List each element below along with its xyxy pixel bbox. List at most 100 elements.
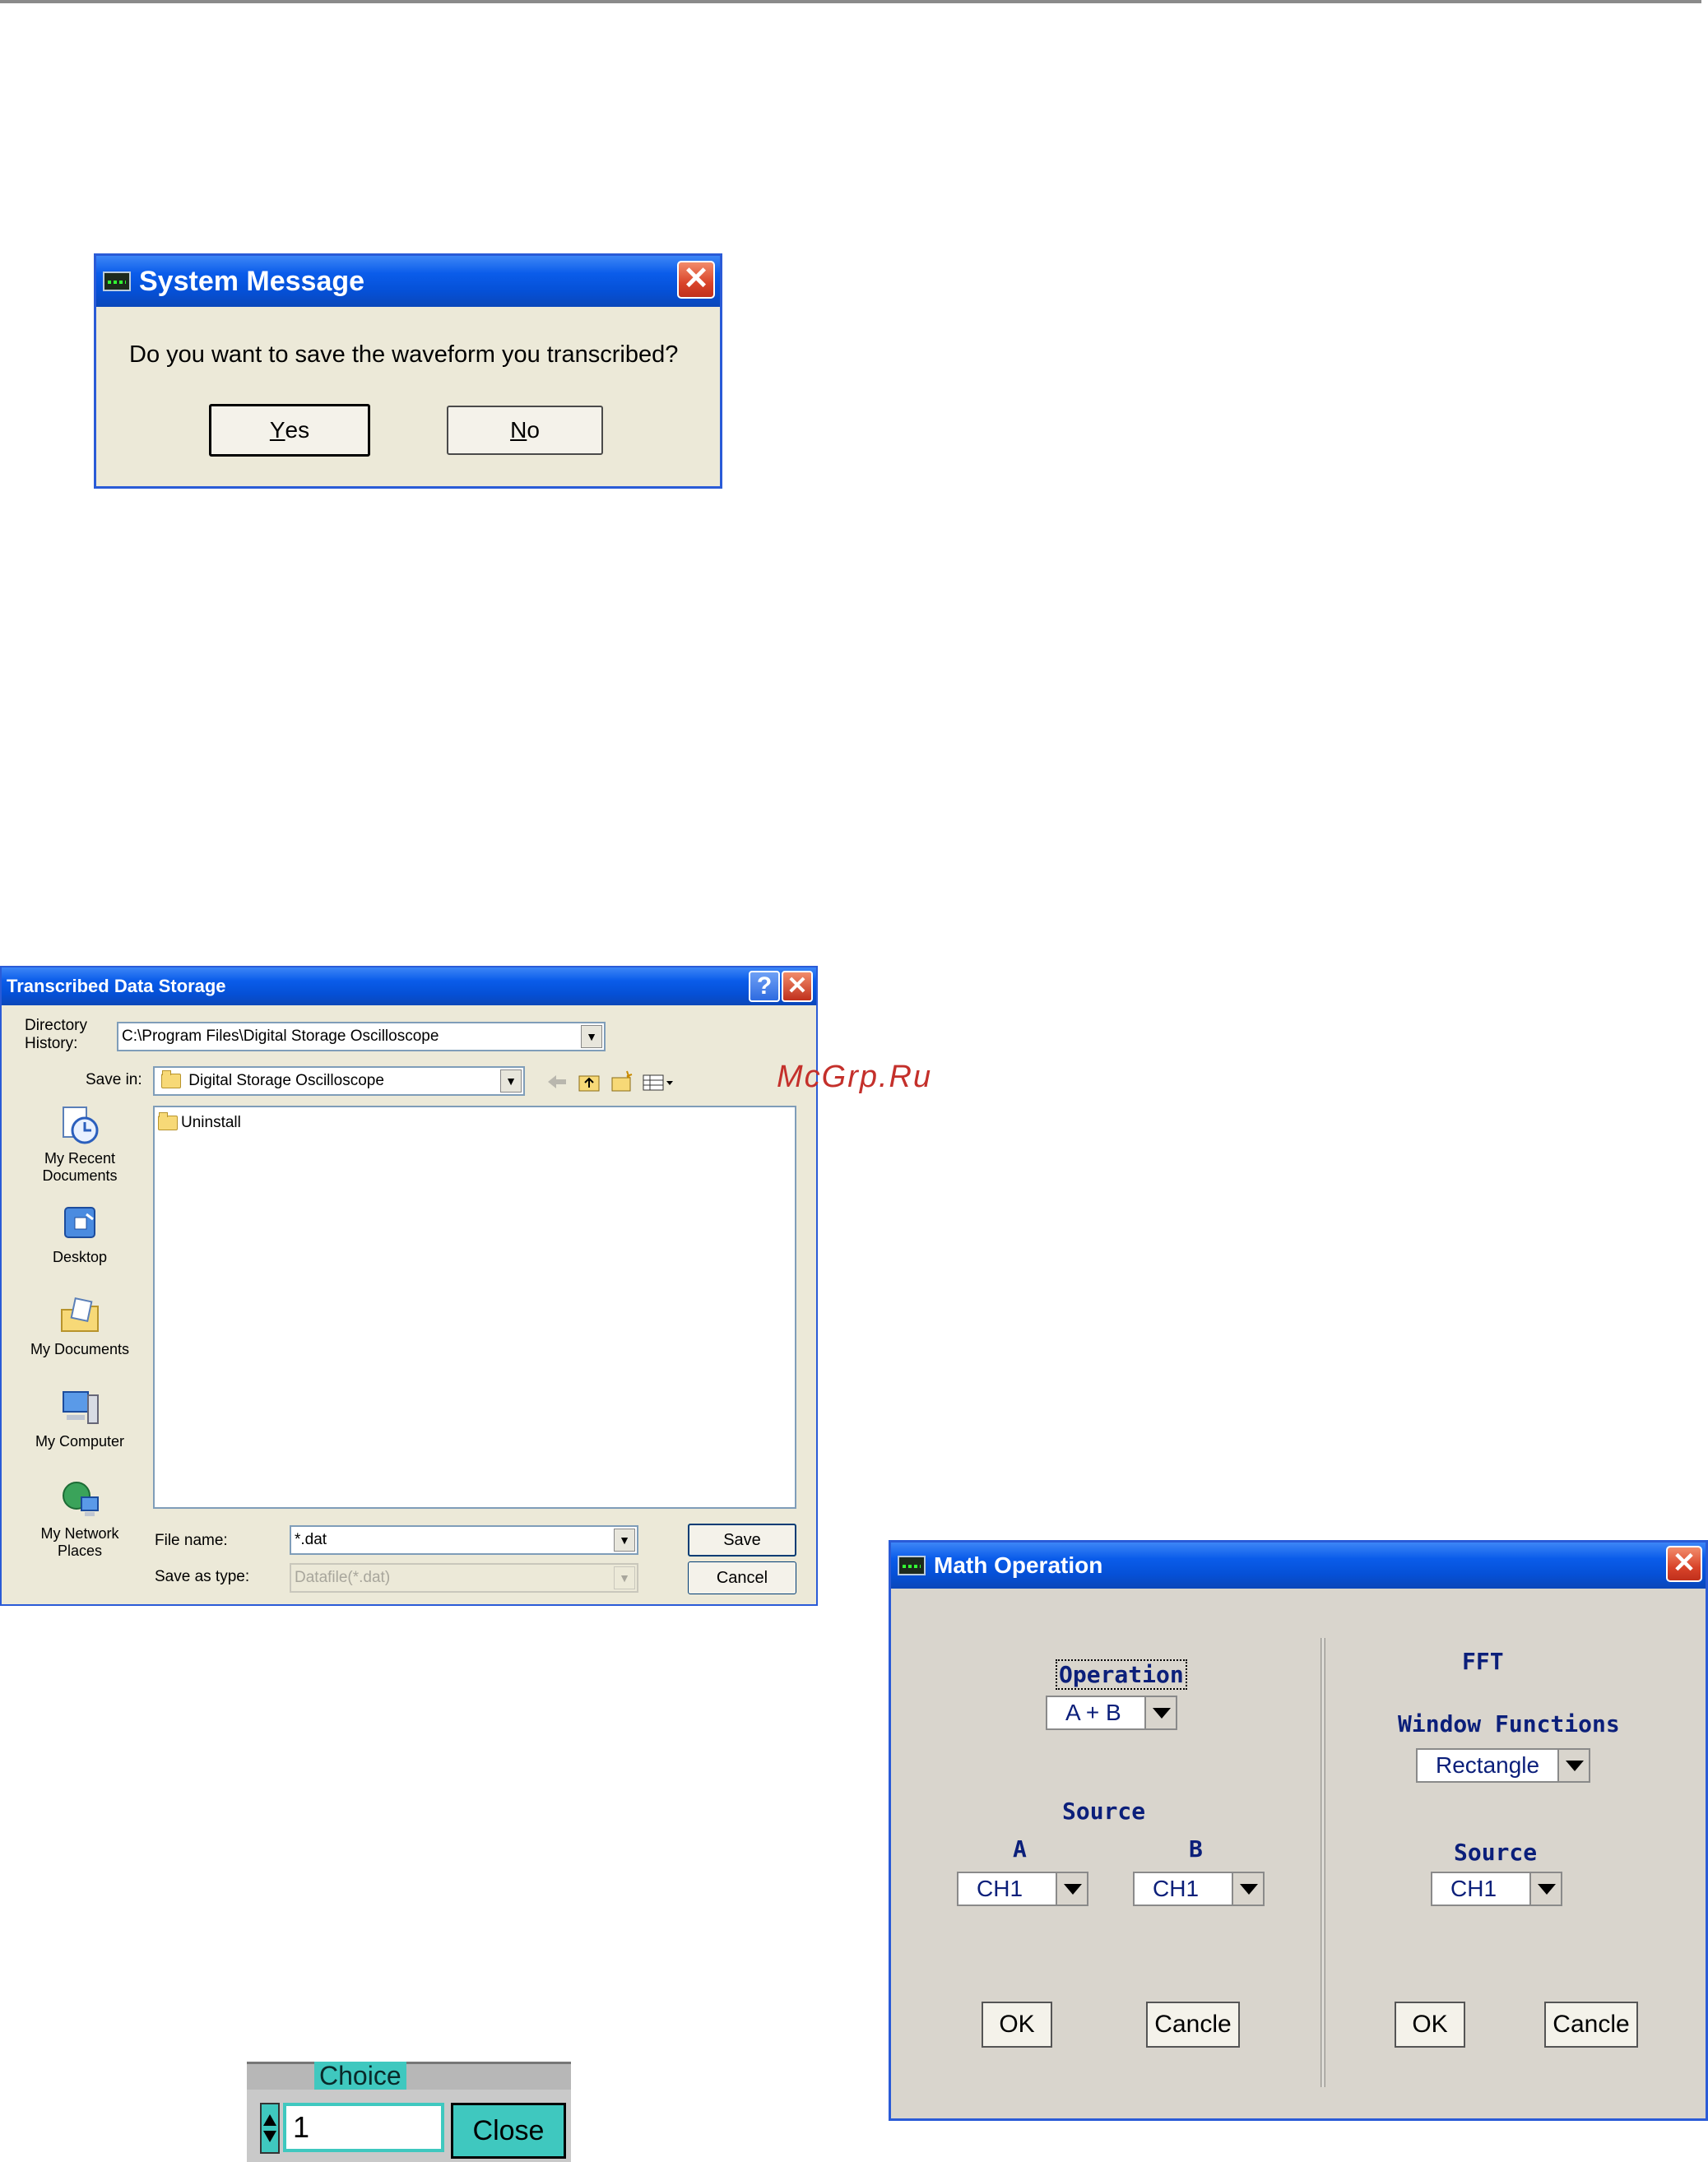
- new-folder-icon[interactable]: [611, 1070, 633, 1092]
- save-button[interactable]: Save: [688, 1524, 796, 1557]
- title-bar[interactable]: Transcribed Data Storage ? ✕: [2, 967, 816, 1005]
- view-menu-icon[interactable]: [643, 1074, 673, 1091]
- save-in-combo[interactable]: Digital Storage Oscilloscope ▼: [153, 1066, 525, 1096]
- chevron-down-icon[interactable]: [1529, 1873, 1561, 1905]
- choice-panel: Choice 1 Close: [247, 2062, 571, 2162]
- desktop-icon: [64, 1207, 95, 1238]
- chevron-down-icon[interactable]: ▼: [614, 1566, 635, 1589]
- choice-value-input[interactable]: 1: [283, 2103, 444, 2152]
- dialog-message: Do you want to save the waveform you tra…: [129, 341, 679, 368]
- place-label: Desktop: [52, 1249, 108, 1265]
- back-arrow-icon[interactable]: [548, 1075, 566, 1088]
- directory-history-value: C:\Program Files\Digital Storage Oscillo…: [122, 1028, 439, 1045]
- title-bar[interactable]: System Message ✕: [96, 256, 720, 307]
- fft-source-value: CH1: [1450, 1876, 1497, 1901]
- source-b-label: B: [1189, 1835, 1203, 1863]
- save-in-label: Save in:: [86, 1071, 142, 1088]
- system-message-dialog: System Message ✕ Do you want to save the…: [94, 253, 722, 489]
- file-name-value: *.dat: [295, 1531, 327, 1548]
- close-icon[interactable]: ✕: [782, 971, 813, 1002]
- fft-ok-button[interactable]: OK: [1395, 2002, 1465, 2048]
- close-button[interactable]: Close: [451, 2103, 566, 2159]
- fft-label: FFT: [1462, 1648, 1504, 1675]
- save-as-type-label: Save as type:: [155, 1568, 250, 1585]
- transcribed-data-storage-dialog: Transcribed Data Storage ? ✕ Directory H…: [0, 966, 818, 1606]
- operation-value: A + B: [1065, 1700, 1121, 1725]
- close-icon[interactable]: ✕: [677, 261, 715, 299]
- fft-source-select[interactable]: CH1: [1431, 1872, 1562, 1906]
- chevron-down-icon[interactable]: ▼: [500, 1069, 522, 1093]
- place-label: My Documents: [30, 1341, 130, 1357]
- help-icon[interactable]: ?: [749, 971, 780, 1002]
- operation-select[interactable]: A + B: [1046, 1696, 1177, 1730]
- chevron-down-icon[interactable]: [1056, 1873, 1087, 1905]
- math-operation-dialog: Math Operation ✕ Operation A + B Source …: [889, 1540, 1708, 2121]
- place-label: My Recent: [44, 1150, 116, 1167]
- watermark-text: McGrp.Ru: [777, 1060, 933, 1094]
- place-label: My Network: [40, 1525, 119, 1542]
- directory-history-label-1: Directory: [25, 1017, 88, 1034]
- source-a-select[interactable]: CH1: [957, 1872, 1088, 1906]
- directory-history-label-2: History:: [25, 1035, 78, 1052]
- fft-source-label: Source: [1454, 1839, 1538, 1866]
- up-folder-icon[interactable]: [578, 1075, 600, 1092]
- no-label: o: [527, 417, 540, 443]
- title-bar[interactable]: Math Operation ✕: [891, 1543, 1706, 1589]
- place-desktop[interactable]: Desktop: [18, 1203, 142, 1266]
- dialog-title: System Message: [139, 265, 365, 297]
- save-in-value: Digital Storage Oscilloscope: [188, 1072, 384, 1089]
- save-in-toolbar: [548, 1070, 673, 1092]
- my-documents-icon: [61, 1297, 99, 1332]
- recent-documents-icon: [63, 1107, 99, 1144]
- my-computer-icon: [63, 1391, 99, 1424]
- folder-icon: [158, 1111, 178, 1130]
- yes-button[interactable]: Yes: [209, 404, 370, 457]
- cancel-button[interactable]: Cancle: [1146, 2002, 1240, 2048]
- source-b-value: CH1: [1153, 1876, 1200, 1901]
- ok-button[interactable]: OK: [982, 2002, 1052, 2048]
- file-list[interactable]: Uninstall: [153, 1106, 796, 1509]
- no-button[interactable]: No: [447, 406, 603, 455]
- place-label: Places: [57, 1543, 103, 1559]
- spinner-arrows-icon[interactable]: [260, 2103, 280, 2154]
- choice-header: [247, 2062, 571, 2090]
- window-function-value: Rectangle: [1436, 1752, 1540, 1778]
- list-item[interactable]: Uninstall: [158, 1111, 241, 1132]
- chevron-down-icon[interactable]: ▼: [581, 1025, 602, 1048]
- place-my-network-places[interactable]: My Network Places: [18, 1479, 142, 1560]
- place-my-computer[interactable]: My Computer: [18, 1387, 142, 1450]
- place-label: Documents: [42, 1167, 118, 1184]
- file-name-input[interactable]: *.dat ▼: [290, 1525, 638, 1555]
- oscilloscope-app-icon: [898, 1556, 926, 1575]
- no-mnemonic: N: [510, 417, 527, 443]
- folder-icon: [161, 1069, 181, 1088]
- source-b-select[interactable]: CH1: [1133, 1872, 1265, 1906]
- file-item-name: Uninstall: [181, 1114, 241, 1131]
- operation-label: Operation: [1056, 1659, 1187, 1690]
- cancel-button[interactable]: Cancel: [688, 1561, 796, 1594]
- chevron-down-icon[interactable]: [1557, 1750, 1589, 1781]
- oscilloscope-app-icon: [103, 271, 131, 291]
- yes-label: es: [285, 417, 310, 443]
- source-a-label: A: [1013, 1835, 1027, 1863]
- file-name-label: File name:: [155, 1532, 228, 1549]
- save-as-type-combo[interactable]: Datafile(*.dat) ▼: [290, 1563, 638, 1593]
- place-my-documents[interactable]: My Documents: [18, 1295, 142, 1358]
- page-top-rule: [0, 0, 1701, 3]
- fft-cancel-button[interactable]: Cancle: [1544, 2002, 1638, 2048]
- window-function-select[interactable]: Rectangle: [1416, 1748, 1590, 1783]
- place-label: My Computer: [35, 1433, 125, 1450]
- save-as-type-value: Datafile(*.dat): [295, 1569, 391, 1586]
- dialog-title: Transcribed Data Storage: [7, 976, 226, 996]
- chevron-down-icon[interactable]: [1232, 1873, 1263, 1905]
- chevron-down-icon[interactable]: ▼: [614, 1529, 635, 1552]
- dialog-title: Math Operation: [934, 1552, 1103, 1578]
- source-a-value: CH1: [977, 1876, 1023, 1901]
- chevron-down-icon[interactable]: [1144, 1697, 1176, 1728]
- directory-history-combo[interactable]: C:\Program Files\Digital Storage Oscillo…: [117, 1022, 606, 1051]
- choice-label: Choice: [314, 2062, 406, 2090]
- place-my-recent-documents[interactable]: My Recent Documents: [18, 1104, 142, 1185]
- close-icon[interactable]: ✕: [1666, 1546, 1702, 1582]
- window-functions-label: Window Functions: [1398, 1710, 1620, 1737]
- source-label: Source: [1062, 1798, 1146, 1825]
